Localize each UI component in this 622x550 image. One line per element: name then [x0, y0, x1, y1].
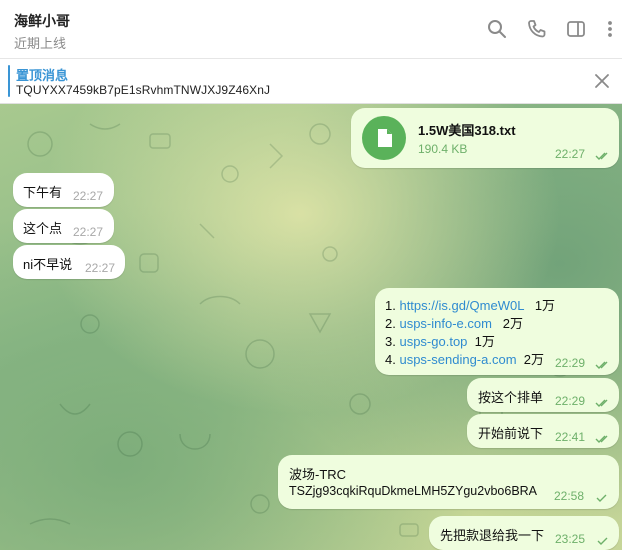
list-note: 1万	[534, 298, 556, 313]
message-link[interactable]: usps-info-e.com	[399, 316, 491, 331]
pinned-text: TQUYXX7459kB7pE1sRvhmTNWJXJ9Z46XnJ	[16, 83, 271, 97]
list-note: 1万	[474, 334, 495, 349]
message-text: 先把款退给我一下	[440, 528, 545, 543]
message-link[interactable]: https://is.gd/QmeW0L	[399, 298, 524, 313]
list-number: 4.	[385, 352, 396, 367]
chat-window: 海鲜小哥 近期上线 置顶消息 TQUYXX7459kB7pE1sRvhmTNWJ…	[0, 0, 622, 550]
message-time: 22:41	[555, 430, 586, 444]
outgoing-message[interactable]: 先把款退给我一下 23:25	[429, 516, 619, 550]
message-text: 开始前说下	[478, 426, 544, 441]
search-icon[interactable]	[486, 18, 508, 40]
list-number: 2.	[385, 316, 396, 331]
outgoing-message[interactable]: 开始前说下 22:41	[467, 414, 619, 448]
message-text: 按这个排单	[478, 390, 544, 405]
incoming-message[interactable]: ni不早说 22:27	[13, 245, 125, 279]
close-icon[interactable]	[592, 71, 612, 91]
list-item: 3. usps-go.top 1万	[385, 331, 495, 350]
chat-background: 1.5W美国318.txt 190.4 KB 22:27 下午有 22:27 这…	[0, 104, 622, 550]
sidebar-toggle-icon[interactable]	[565, 18, 587, 40]
read-checkmarks-icon	[595, 152, 608, 160]
incoming-message[interactable]: 下午有 22:27	[13, 173, 114, 207]
file-message[interactable]: 1.5W美国318.txt 190.4 KB 22:27	[351, 108, 619, 168]
list-number: 1.	[385, 298, 396, 313]
list-note: 2万	[523, 352, 544, 367]
message-link[interactable]: usps-sending-a.com	[399, 352, 516, 367]
read-checkmarks-icon	[595, 435, 608, 443]
file-icon[interactable]	[362, 116, 406, 160]
sent-checkmark-icon	[597, 537, 608, 545]
list-item: 4. usps-sending-a.com 2万	[385, 349, 544, 368]
message-time: 22:27	[73, 189, 104, 203]
pinned-indicator	[8, 65, 10, 97]
message-time: 22:27	[85, 261, 116, 275]
outgoing-message[interactable]: 按这个排单 22:29	[467, 378, 619, 412]
outgoing-message[interactable]: 波场-TRC TSZjg93cqkiRquDkmeLMH5ZYgu2vbo6BR…	[278, 455, 619, 509]
incoming-message[interactable]: 这个点 22:27	[13, 209, 114, 243]
message-time: 22:27	[555, 147, 586, 161]
list-item: 2. usps-info-e.com 2万	[385, 313, 523, 332]
outgoing-message-list[interactable]: 1. https://is.gd/QmeW0L 1万 2. usps-info-…	[375, 288, 619, 375]
pinned-message-bar[interactable]: 置顶消息 TQUYXX7459kB7pE1sRvhmTNWJXJ9Z46XnJ	[0, 59, 622, 104]
pinned-title: 置顶消息	[16, 68, 69, 83]
sent-checkmark-icon	[596, 494, 607, 502]
message-time: 23:25	[555, 532, 586, 546]
message-time: 22:29	[555, 394, 586, 408]
message-time: 22:29	[555, 356, 586, 370]
chat-header: 海鲜小哥 近期上线	[0, 0, 622, 59]
message-text: ni不早说	[23, 257, 73, 272]
phone-icon[interactable]	[526, 18, 548, 40]
file-name: 1.5W美国318.txt	[418, 123, 516, 138]
more-options-icon[interactable]	[600, 18, 620, 40]
read-checkmarks-icon	[595, 361, 608, 369]
message-text: 这个点	[23, 221, 63, 236]
file-size: 190.4 KB	[418, 142, 468, 156]
message-link[interactable]: usps-go.top	[399, 334, 467, 349]
chat-status: 近期上线	[14, 36, 67, 51]
list-number: 3.	[385, 334, 396, 349]
message-text: TSZjg93cqkiRquDkmeLMH5ZYgu2vbo6BRA	[289, 484, 538, 498]
list-note: 2万	[502, 316, 524, 331]
chat-title[interactable]: 海鲜小哥	[14, 11, 70, 31]
read-checkmarks-icon	[595, 399, 608, 407]
message-text: 下午有	[23, 185, 63, 200]
message-time: 22:58	[554, 489, 585, 503]
message-text: 波场-TRC	[289, 467, 347, 482]
list-item: 1. https://is.gd/QmeW0L 1万	[385, 295, 555, 314]
message-time: 22:27	[73, 225, 104, 239]
